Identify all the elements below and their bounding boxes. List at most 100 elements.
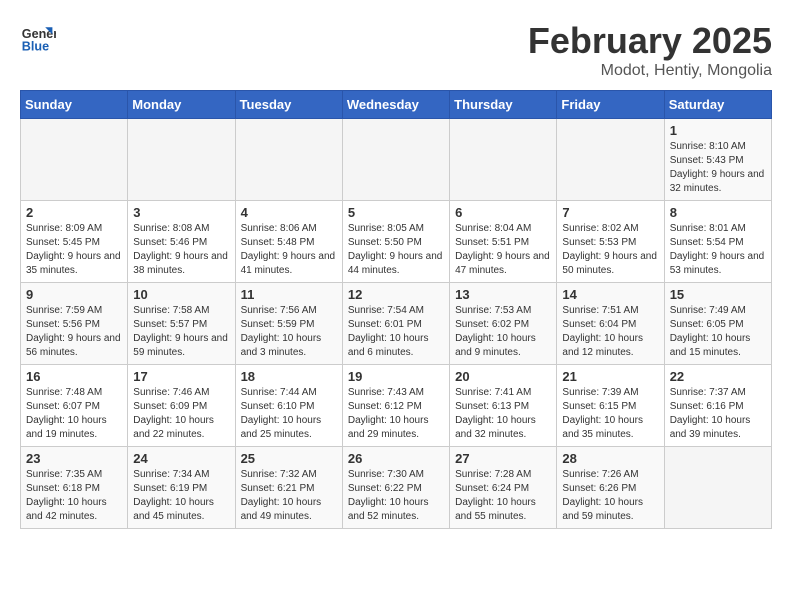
calendar-cell: 3 Sunrise: 8:08 AM Sunset: 5:46 PM Daylig… [128,201,235,283]
day-info: Sunrise: 7:54 AM Sunset: 6:01 PM Dayligh… [348,304,444,360]
day-info: Sunrise: 7:53 AM Sunset: 6:02 PM Dayligh… [455,304,551,360]
day-number: 6 [455,205,551,220]
calendar-cell: 17 Sunrise: 7:46 AM Sunset: 6:09 PM Dayli… [128,365,235,447]
weekday-header-cell: Wednesday [342,91,449,119]
calendar-cell: 25 Sunrise: 7:32 AM Sunset: 6:21 PM Dayli… [235,447,342,529]
calendar-cell: 10 Sunrise: 7:58 AM Sunset: 5:57 PM Dayli… [128,283,235,365]
title-area: February 2025 Modot, Hentiy, Mongolia [528,20,772,80]
weekday-header-cell: Sunday [21,91,128,119]
day-info: Sunrise: 8:05 AM Sunset: 5:50 PM Dayligh… [348,222,444,278]
calendar-cell: 14 Sunrise: 7:51 AM Sunset: 6:04 PM Dayli… [557,283,664,365]
calendar-cell: 9 Sunrise: 7:59 AM Sunset: 5:56 PM Daylig… [21,283,128,365]
day-number: 22 [670,369,766,384]
calendar-cell [557,119,664,201]
day-number: 1 [670,123,766,138]
day-number: 18 [241,369,337,384]
day-info: Sunrise: 7:34 AM Sunset: 6:19 PM Dayligh… [133,468,229,524]
logo-icon: General Blue [20,20,56,56]
calendar-cell: 20Sunrise: 7:41 AM Sunset: 6:13 PM Dayli… [450,365,557,447]
day-number: 28 [562,451,658,466]
calendar-cell [21,119,128,201]
day-number: 15 [670,287,766,302]
day-number: 26 [348,451,444,466]
calendar-cell: 21Sunrise: 7:39 AM Sunset: 6:15 PM Dayli… [557,365,664,447]
calendar-week-row: 9 Sunrise: 7:59 AM Sunset: 5:56 PM Daylig… [21,283,772,365]
calendar-week-row: 1Sunrise: 8:10 AM Sunset: 5:43 PM Daylig… [21,119,772,201]
day-info: Sunrise: 8:08 AM Sunset: 5:46 PM Dayligh… [133,222,229,278]
day-number: 3 [133,205,229,220]
day-info: Sunrise: 7:56 AM Sunset: 5:59 PM Dayligh… [241,304,337,360]
calendar-cell: 4 Sunrise: 8:06 AM Sunset: 5:48 PM Daylig… [235,201,342,283]
calendar-cell: 19 Sunrise: 7:43 AM Sunset: 6:12 PM Dayli… [342,365,449,447]
calendar-week-row: 2 Sunrise: 8:09 AM Sunset: 5:45 PM Daylig… [21,201,772,283]
calendar-cell: 27Sunrise: 7:28 AM Sunset: 6:24 PM Dayli… [450,447,557,529]
calendar-cell: 16Sunrise: 7:48 AM Sunset: 6:07 PM Dayli… [21,365,128,447]
day-info: Sunrise: 7:51 AM Sunset: 6:04 PM Dayligh… [562,304,658,360]
calendar-cell: 15 Sunrise: 7:49 AM Sunset: 6:05 PM Dayli… [664,283,771,365]
day-number: 13 [455,287,551,302]
calendar-cell [450,119,557,201]
day-info: Sunrise: 8:02 AM Sunset: 5:53 PM Dayligh… [562,222,658,278]
svg-text:Blue: Blue [22,40,49,54]
calendar-cell: 24Sunrise: 7:34 AM Sunset: 6:19 PM Dayli… [128,447,235,529]
day-number: 20 [455,369,551,384]
calendar-cell [664,447,771,529]
logo: General Blue [20,20,56,56]
calendar-cell: 26 Sunrise: 7:30 AM Sunset: 6:22 PM Dayli… [342,447,449,529]
day-info: Sunrise: 8:09 AM Sunset: 5:45 PM Dayligh… [26,222,122,278]
day-info: Sunrise: 7:26 AM Sunset: 6:26 PM Dayligh… [562,468,658,524]
day-number: 23 [26,451,122,466]
day-number: 25 [241,451,337,466]
day-number: 2 [26,205,122,220]
weekday-header-cell: Saturday [664,91,771,119]
day-info: Sunrise: 7:49 AM Sunset: 6:05 PM Dayligh… [670,304,766,360]
calendar-table: SundayMondayTuesdayWednesdayThursdayFrid… [20,90,772,529]
calendar-cell: 22 Sunrise: 7:37 AM Sunset: 6:16 PM Dayli… [664,365,771,447]
calendar-cell: 18 Sunrise: 7:44 AM Sunset: 6:10 PM Dayli… [235,365,342,447]
header: General Blue February 2025 Modot, Hentiy… [20,20,772,80]
day-info: Sunrise: 7:58 AM Sunset: 5:57 PM Dayligh… [133,304,229,360]
day-info: Sunrise: 7:44 AM Sunset: 6:10 PM Dayligh… [241,386,337,442]
day-number: 10 [133,287,229,302]
calendar-cell: 28 Sunrise: 7:26 AM Sunset: 6:26 PM Dayli… [557,447,664,529]
calendar-week-row: 16Sunrise: 7:48 AM Sunset: 6:07 PM Dayli… [21,365,772,447]
day-info: Sunrise: 7:46 AM Sunset: 6:09 PM Dayligh… [133,386,229,442]
day-info: Sunrise: 8:06 AM Sunset: 5:48 PM Dayligh… [241,222,337,278]
day-number: 7 [562,205,658,220]
day-info: Sunrise: 7:39 AM Sunset: 6:15 PM Dayligh… [562,386,658,442]
day-info: Sunrise: 7:32 AM Sunset: 6:21 PM Dayligh… [241,468,337,524]
weekday-header-cell: Thursday [450,91,557,119]
calendar-cell [128,119,235,201]
day-number: 9 [26,287,122,302]
calendar-cell: 13 Sunrise: 7:53 AM Sunset: 6:02 PM Dayli… [450,283,557,365]
day-info: Sunrise: 7:35 AM Sunset: 6:18 PM Dayligh… [26,468,122,524]
calendar-cell: 5 Sunrise: 8:05 AM Sunset: 5:50 PM Daylig… [342,201,449,283]
weekday-header-cell: Tuesday [235,91,342,119]
weekday-header-cell: Friday [557,91,664,119]
calendar-cell: 11 Sunrise: 7:56 AM Sunset: 5:59 PM Dayli… [235,283,342,365]
day-number: 11 [241,287,337,302]
day-info: Sunrise: 8:04 AM Sunset: 5:51 PM Dayligh… [455,222,551,278]
day-number: 4 [241,205,337,220]
day-number: 14 [562,287,658,302]
day-number: 5 [348,205,444,220]
day-info: Sunrise: 8:01 AM Sunset: 5:54 PM Dayligh… [670,222,766,278]
calendar-cell: 23 Sunrise: 7:35 AM Sunset: 6:18 PM Dayli… [21,447,128,529]
day-number: 12 [348,287,444,302]
calendar-title: February 2025 [528,20,772,62]
calendar-cell [342,119,449,201]
calendar-cell: 1Sunrise: 8:10 AM Sunset: 5:43 PM Daylig… [664,119,771,201]
day-number: 17 [133,369,229,384]
calendar-cell [235,119,342,201]
day-number: 19 [348,369,444,384]
calendar-subtitle: Modot, Hentiy, Mongolia [528,62,772,80]
weekday-header-cell: Monday [128,91,235,119]
day-info: Sunrise: 7:59 AM Sunset: 5:56 PM Dayligh… [26,304,122,360]
day-info: Sunrise: 7:37 AM Sunset: 6:16 PM Dayligh… [670,386,766,442]
day-number: 27 [455,451,551,466]
day-info: Sunrise: 7:30 AM Sunset: 6:22 PM Dayligh… [348,468,444,524]
calendar-cell: 8Sunrise: 8:01 AM Sunset: 5:54 PM Daylig… [664,201,771,283]
calendar-cell: 2 Sunrise: 8:09 AM Sunset: 5:45 PM Daylig… [21,201,128,283]
day-info: Sunrise: 7:43 AM Sunset: 6:12 PM Dayligh… [348,386,444,442]
weekday-header-row: SundayMondayTuesdayWednesdayThursdayFrid… [21,91,772,119]
